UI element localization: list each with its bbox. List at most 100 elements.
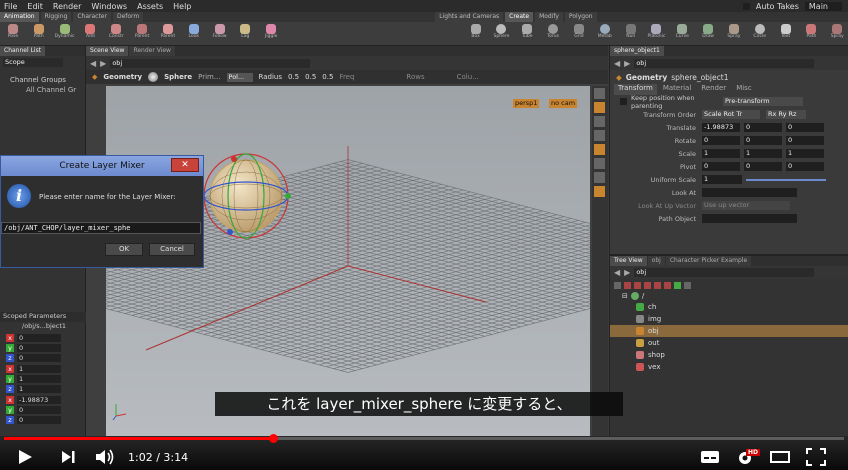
param-field[interactable]: 0 xyxy=(702,162,740,171)
shelf-tool[interactable]: Box xyxy=(465,22,487,44)
shelf-tab-deform[interactable]: Deform xyxy=(112,12,144,22)
menu-windows[interactable]: Windows xyxy=(91,2,127,11)
channel-value[interactable]: 1 xyxy=(17,365,61,373)
tree-item-out[interactable]: out xyxy=(610,337,848,349)
rotate-order-select[interactable]: Rx Ry Rz xyxy=(766,110,806,119)
shelf-tool[interactable]: Pose xyxy=(2,22,24,44)
ghost-icon[interactable] xyxy=(594,102,605,113)
radius-x[interactable]: 0.5 xyxy=(288,73,299,81)
filter-icon[interactable] xyxy=(684,281,691,289)
tree-item-ch[interactable]: ch xyxy=(610,301,848,313)
filter-icon[interactable] xyxy=(614,281,621,289)
transform-order-select[interactable]: Scale Rot Tr xyxy=(702,110,760,119)
param-field[interactable]: 1 xyxy=(786,149,824,158)
snap-icon[interactable] xyxy=(594,172,605,183)
uniform-scale-slider[interactable] xyxy=(746,178,826,181)
viewer-path[interactable]: obj xyxy=(110,58,311,68)
shelf-tab-rigging[interactable]: Rigging xyxy=(40,12,72,22)
back-arrow-icon[interactable]: ◀ xyxy=(614,268,620,277)
menu-help[interactable]: Help xyxy=(173,2,191,11)
shelf-tool[interactable]: Metab xyxy=(594,22,616,44)
shelf-tool[interactable]: Path xyxy=(800,22,822,44)
channel-value[interactable]: 0 xyxy=(17,344,61,352)
shelf-tool[interactable]: Jiggle xyxy=(260,22,282,44)
camera-icon[interactable] xyxy=(594,186,605,197)
tab-tree-view[interactable]: Tree View xyxy=(610,256,647,266)
lights-icon[interactable] xyxy=(594,144,605,155)
grid-toggle-icon[interactable] xyxy=(594,158,605,169)
pre-transform-button[interactable]: Pre-transform xyxy=(723,97,803,106)
tree-item-vex[interactable]: vex xyxy=(610,361,848,373)
shelf-tool[interactable]: Add xyxy=(79,22,101,44)
shelf-tab-animation[interactable]: Animation xyxy=(0,12,39,22)
tree-item-obj[interactable]: obj xyxy=(610,325,848,337)
tab-scene-view[interactable]: Scene View xyxy=(86,46,129,56)
shelf-tab-lights[interactable]: Lights and Cameras xyxy=(435,12,504,22)
flag-icon[interactable] xyxy=(644,281,651,289)
shelf-tool[interactable]: Constr xyxy=(105,22,127,44)
shelf-tool[interactable]: Spray xyxy=(723,22,745,44)
channel-value[interactable]: 0 xyxy=(17,416,61,424)
shelf-tool[interactable]: Curve xyxy=(671,22,693,44)
wireframe-icon[interactable] xyxy=(594,130,605,141)
channel-row[interactable]: y0 xyxy=(0,405,86,415)
path-object-field[interactable] xyxy=(702,214,797,223)
play-icon[interactable] xyxy=(16,448,34,466)
scope-select[interactable]: Scope xyxy=(3,57,63,67)
subtitles-icon[interactable] xyxy=(700,449,720,465)
menu-file[interactable]: File xyxy=(4,2,17,11)
param-field[interactable]: 0 xyxy=(744,162,782,171)
channel-row[interactable]: x0 xyxy=(0,333,86,343)
channel-value[interactable]: 1 xyxy=(17,375,61,383)
shelf-tool[interactable]: Draw xyxy=(697,22,719,44)
flag-icon[interactable] xyxy=(654,281,661,289)
param-field[interactable]: 1 xyxy=(744,149,782,158)
radius-y[interactable]: 0.5 xyxy=(305,73,316,81)
shading-icon[interactable] xyxy=(594,116,605,127)
channel-row[interactable]: z1 xyxy=(0,384,86,394)
all-channel-groups[interactable]: All Channel Gr xyxy=(0,86,85,96)
no-cam-menu[interactable]: no cam xyxy=(549,99,578,108)
shelf-tab-create[interactable]: Create xyxy=(505,12,534,22)
flag-icon[interactable] xyxy=(634,281,641,289)
param-field[interactable]: 0 xyxy=(744,123,782,132)
menu-edit[interactable]: Edit xyxy=(27,2,43,11)
shelf-tool[interactable]: Path xyxy=(28,22,50,44)
desktop-select[interactable]: Main xyxy=(804,1,842,11)
channel-row[interactable]: y0 xyxy=(0,343,86,353)
shelf-tool[interactable]: Parent xyxy=(131,22,153,44)
shelf-tool[interactable]: Follow xyxy=(209,22,231,44)
shelf-tool[interactable]: Dynamic xyxy=(54,22,76,44)
fullscreen-icon[interactable] xyxy=(806,448,826,466)
flag-icon[interactable] xyxy=(664,281,671,289)
tree-root[interactable]: / xyxy=(642,292,644,300)
shelf-tab-polygon[interactable]: Polygon xyxy=(564,12,597,22)
node-name-field[interactable]: sphere_object1 xyxy=(671,73,728,82)
param-field[interactable]: 0 xyxy=(786,136,824,145)
layer-mixer-name-input[interactable]: /obj/ANT_CHOP/layer_mixer_sphe xyxy=(1,222,201,234)
tree-item-shop[interactable]: shop xyxy=(610,349,848,361)
forward-arrow-icon[interactable]: ▶ xyxy=(624,59,630,68)
display-flag-icon[interactable] xyxy=(674,281,681,289)
param-field[interactable]: -1.98873 xyxy=(702,123,740,132)
expand-icon[interactable]: ⊟ xyxy=(622,292,628,300)
shelf-tool[interactable]: Text xyxy=(775,22,797,44)
tab-sphere-object[interactable]: sphere_object1 xyxy=(610,46,664,56)
tab-render-view[interactable]: Render View xyxy=(129,46,175,56)
volume-icon[interactable] xyxy=(94,448,116,466)
channel-row[interactable]: z0 xyxy=(0,353,86,363)
back-arrow-icon[interactable]: ◀ xyxy=(614,59,620,68)
menu-render[interactable]: Render xyxy=(53,2,81,11)
look-at-field[interactable] xyxy=(702,188,797,197)
tab-channel-list[interactable]: Channel List xyxy=(0,46,46,56)
auto-takes-checkbox[interactable] xyxy=(742,2,750,10)
tab-misc[interactable]: Misc xyxy=(732,84,755,95)
channel-value[interactable]: 0 xyxy=(17,406,61,414)
shelf-tool[interactable]: Spray xyxy=(826,22,848,44)
channel-row[interactable]: z0 xyxy=(0,415,86,425)
forward-arrow-icon[interactable]: ▶ xyxy=(100,59,106,68)
shelf-tool[interactable]: Look xyxy=(183,22,205,44)
param-field[interactable]: 0 xyxy=(744,136,782,145)
channel-row[interactable]: x1 xyxy=(0,364,86,374)
cancel-button[interactable]: Cancel xyxy=(149,243,195,256)
